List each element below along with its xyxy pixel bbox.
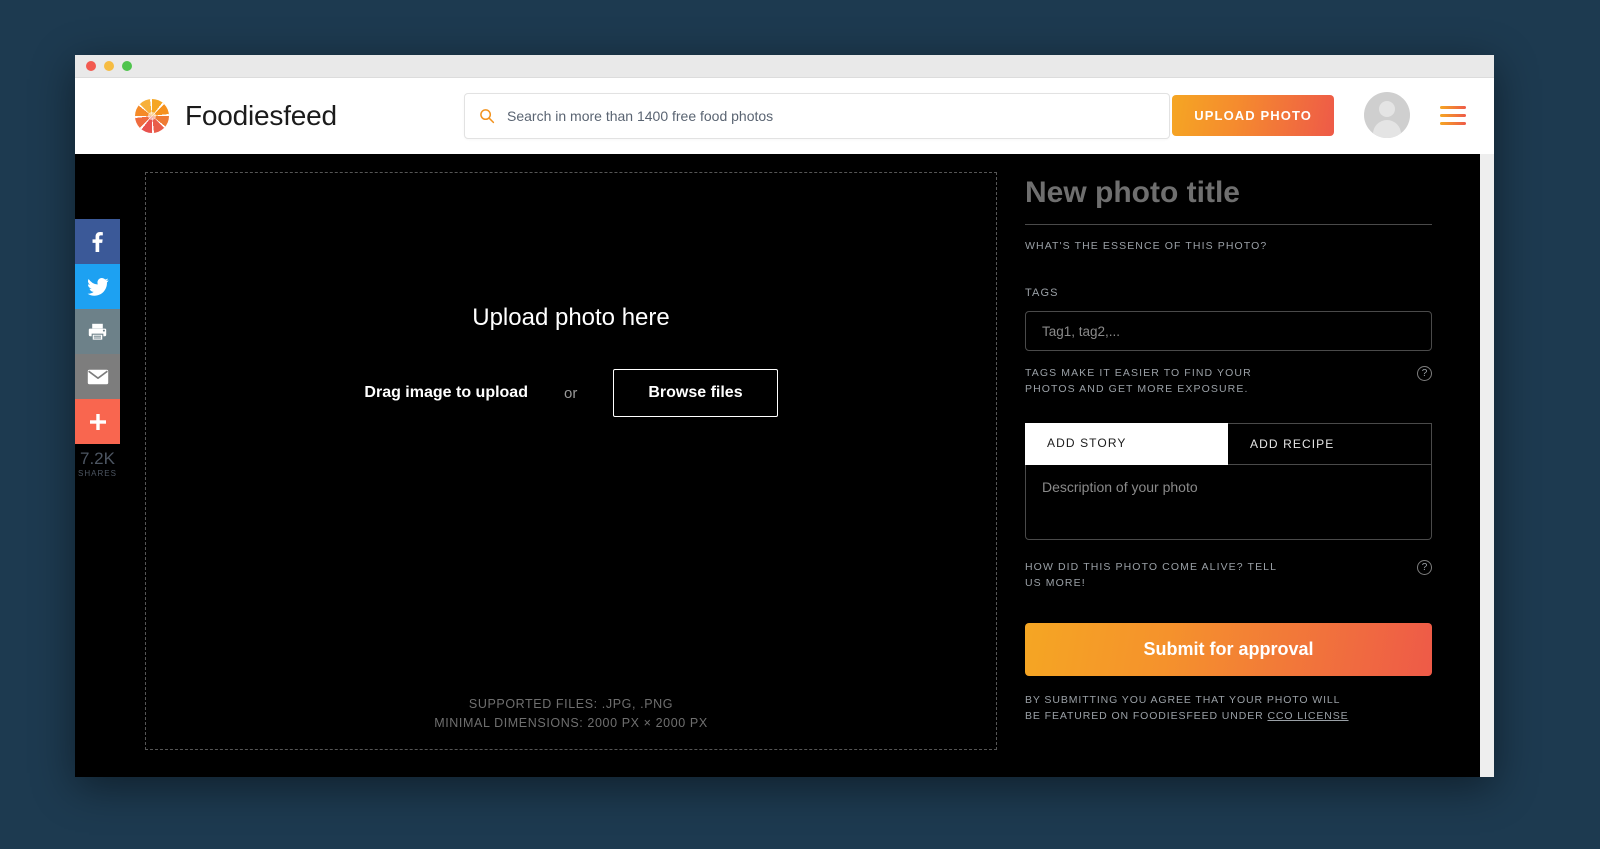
share-count-label: SHARES: [78, 468, 117, 478]
page-scrollbar[interactable]: [1480, 154, 1494, 777]
supported-files-text: SUPPORTED FILES: .JPG, .PNG: [468, 697, 674, 711]
share-facebook-button[interactable]: [75, 219, 120, 264]
plus-icon: [89, 413, 106, 430]
envelope-icon: [87, 369, 108, 384]
brand-logo-link[interactable]: Foodiesfeed: [135, 99, 337, 133]
facebook-icon: [92, 231, 103, 252]
story-recipe-tabs: ADD STORY ADD RECIPE: [1025, 423, 1432, 465]
browser-titlebar: [75, 55, 1494, 78]
search-input[interactable]: [507, 108, 1155, 124]
share-twitter-button[interactable]: [75, 264, 120, 309]
tags-label: TAGS: [1025, 287, 1059, 299]
user-avatar-icon[interactable]: [1364, 92, 1410, 138]
photo-title-input[interactable]: [1025, 176, 1432, 225]
drag-instruction-text: Drag image to upload: [364, 384, 528, 401]
tags-hint: TAGS MAKE IT EASIER TO FIND YOUR PHOTOS …: [1025, 367, 1252, 395]
app-body: 7.2K SHARES Upload photo here Drag image…: [75, 154, 1494, 777]
legal-disclaimer: BY SUBMITTING YOU AGREE THAT YOUR PHOTO …: [1025, 692, 1432, 724]
brand-name: Foodiesfeed: [185, 100, 337, 131]
hamburger-line: [1440, 121, 1466, 125]
dropzone-footnotes: SUPPORTED FILES: .JPG, .PNG MINIMAL DIME…: [146, 695, 996, 733]
minimize-window-button[interactable]: [104, 61, 114, 71]
hamburger-line: [1440, 105, 1466, 109]
description-help-question-mark-icon[interactable]: ?: [1417, 560, 1432, 575]
site-header: Foodiesfeed UPLOAD PHOTO: [75, 78, 1494, 154]
description-hint-row: HOW DID THIS PHOTO COME ALIVE? TELL US M…: [1025, 559, 1432, 591]
cco-license-link[interactable]: CCO LICENSE: [1267, 710, 1348, 722]
description-hint: HOW DID THIS PHOTO COME ALIVE? TELL US M…: [1025, 561, 1277, 589]
tab-add-story[interactable]: ADD STORY: [1025, 423, 1228, 465]
photo-title-hint: WHAT'S THE ESSENCE OF THIS PHOTO?: [1025, 240, 1268, 252]
or-separator-text: or: [563, 384, 578, 402]
dropzone-actions: Drag image to upload or Browse files: [146, 369, 996, 417]
tags-hint-row: TAGS MAKE IT EASIER TO FIND YOUR PHOTOS …: [1025, 365, 1432, 397]
upload-photo-button[interactable]: UPLOAD PHOTO: [1172, 94, 1334, 136]
hamburger-menu-icon[interactable]: [1440, 105, 1466, 125]
twitter-icon: [87, 277, 109, 296]
minimal-dimensions-text: MINIMAL DIMENSIONS: 2000 PX × 2000 PX: [434, 716, 708, 730]
photo-details-form: WHAT'S THE ESSENCE OF THIS PHOTO? TAGS T…: [1005, 154, 1494, 777]
search-icon: [480, 109, 495, 124]
submit-for-approval-button[interactable]: Submit for approval: [1025, 623, 1432, 676]
printer-icon: [88, 323, 107, 341]
share-count-value: 7.2K: [80, 449, 115, 468]
dropzone-column: Upload photo here Drag image to upload o…: [75, 154, 1005, 777]
photo-dropzone[interactable]: Upload photo here Drag image to upload o…: [145, 172, 997, 750]
close-window-button[interactable]: [86, 61, 96, 71]
legal-line-1: BY SUBMITTING YOU AGREE THAT YOUR PHOTO …: [1025, 694, 1341, 706]
share-email-button[interactable]: [75, 354, 120, 399]
tab-add-recipe[interactable]: ADD RECIPE: [1228, 423, 1432, 465]
tags-input[interactable]: [1025, 311, 1432, 351]
browse-files-button[interactable]: Browse files: [613, 369, 778, 417]
header-actions: UPLOAD PHOTO: [1172, 92, 1466, 138]
browser-window: Foodiesfeed UPLOAD PHOTO: [75, 55, 1494, 777]
tags-help-question-mark-icon[interactable]: ?: [1417, 366, 1432, 381]
aperture-icon: [135, 99, 169, 133]
maximize-window-button[interactable]: [122, 61, 132, 71]
legal-line-2-prefix: BE FEATURED ON FOODIESFEED UNDER: [1025, 710, 1268, 722]
description-textarea[interactable]: [1025, 465, 1432, 540]
social-share-rail: 7.2K SHARES: [75, 219, 120, 478]
dropzone-title: Upload photo here: [472, 304, 670, 331]
share-count: 7.2K SHARES: [75, 444, 120, 478]
share-more-button[interactable]: [75, 399, 120, 444]
print-button[interactable]: [75, 309, 120, 354]
search-bar[interactable]: [464, 93, 1170, 139]
hamburger-line: [1440, 113, 1466, 117]
